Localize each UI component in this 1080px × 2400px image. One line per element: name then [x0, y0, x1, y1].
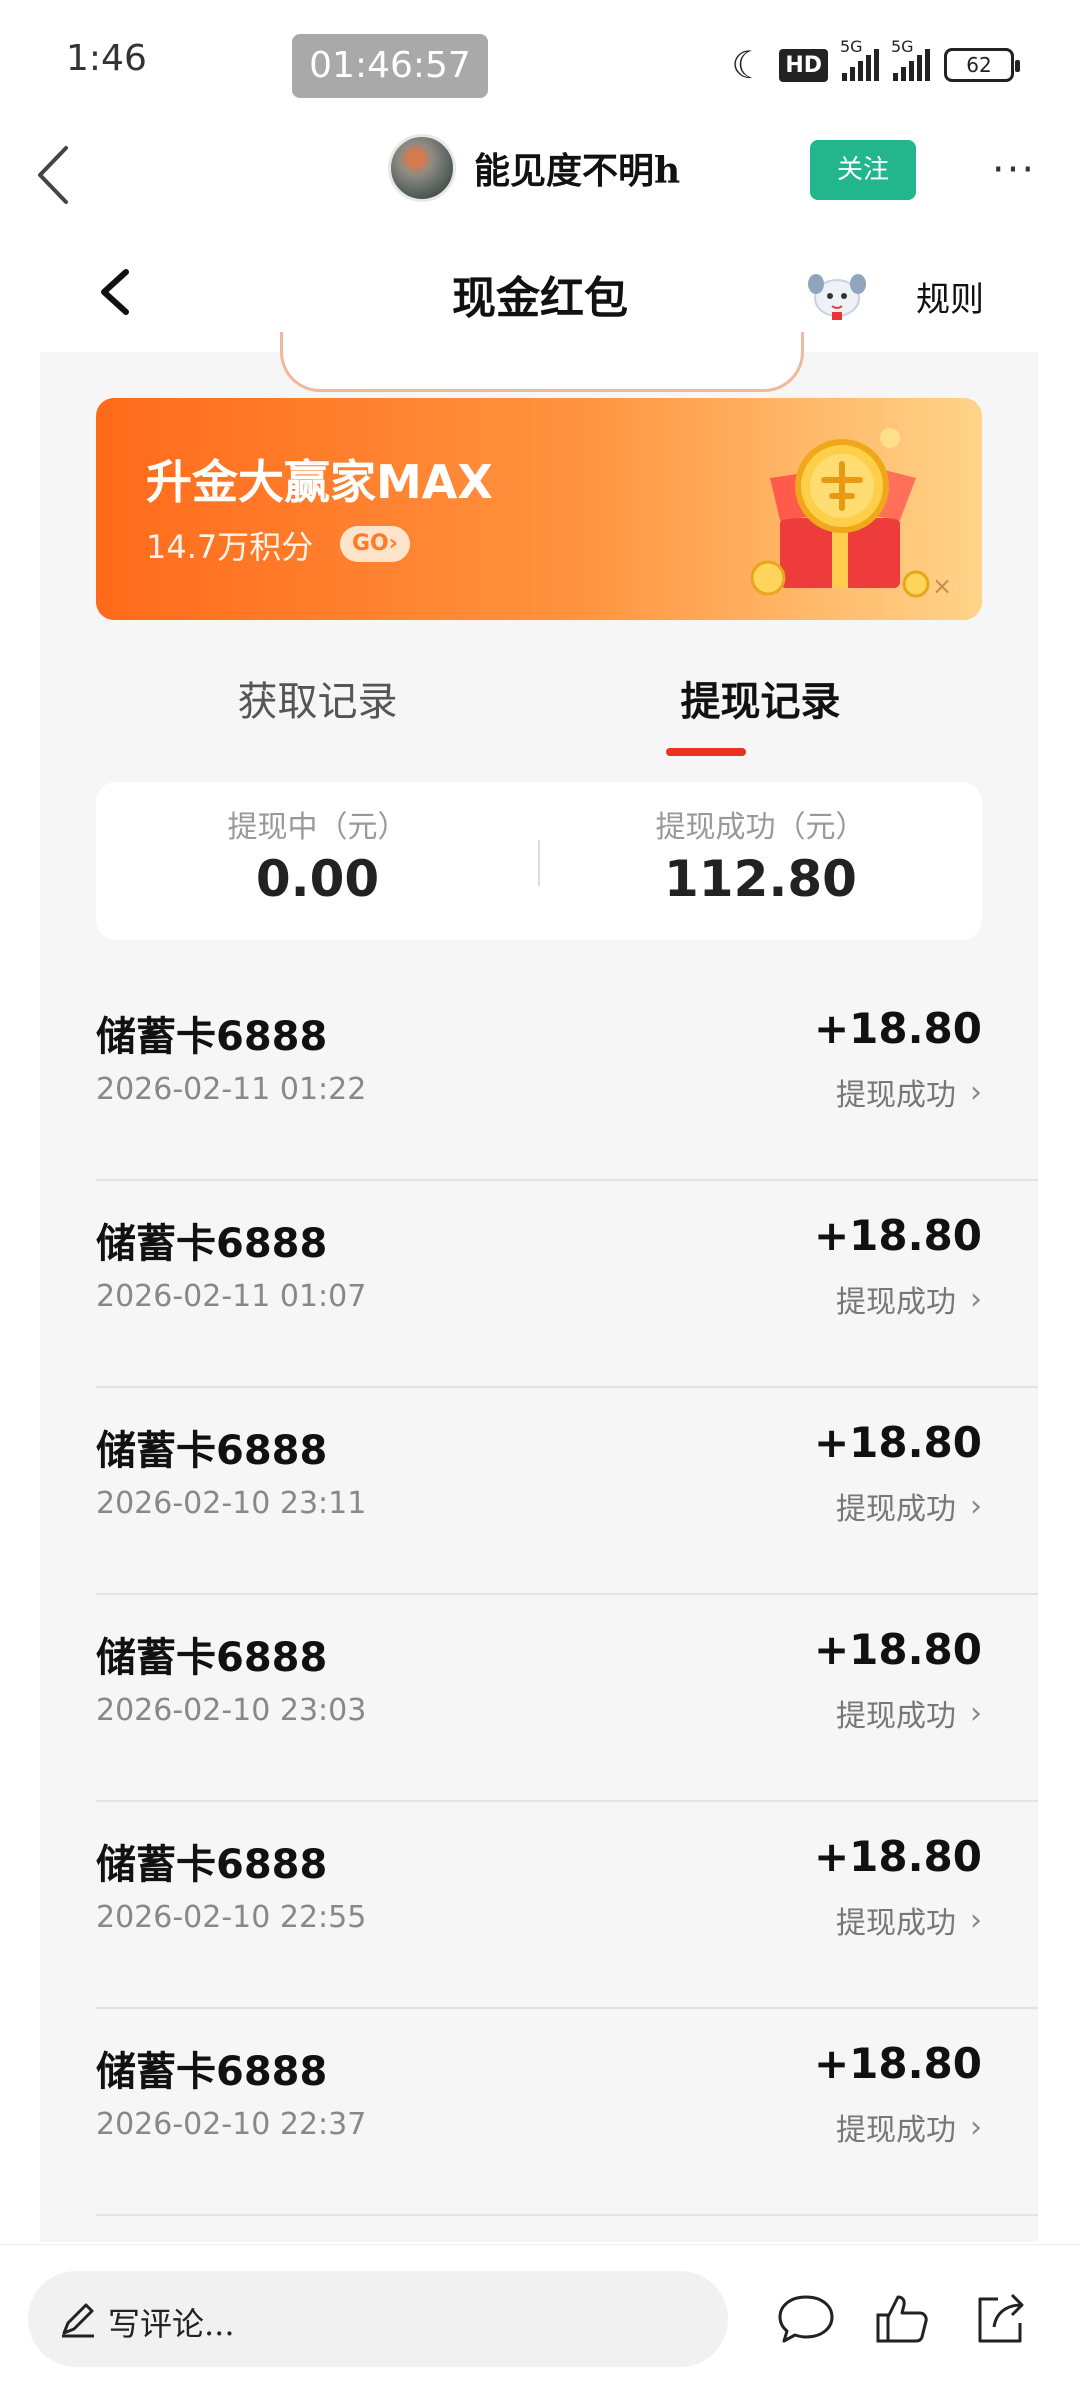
- comment-placeholder: 写评论...: [108, 2305, 235, 2343]
- comment-bar: 写评论...: [0, 2244, 1080, 2400]
- chevron-right-icon: ›: [970, 1488, 982, 1524]
- record-status-text: 提现成功: [836, 1906, 956, 1941]
- record-status-text: 提现成功: [836, 1699, 956, 1734]
- record-time: 2026-02-10 23:03: [96, 1693, 367, 1728]
- record-amount: +18.80: [813, 1625, 982, 1674]
- list-item[interactable]: 储蓄卡6888 2026-02-11 01:07 +18.80 提现成功 ›: [96, 1181, 1038, 1388]
- record-amount: +18.80: [813, 1004, 982, 1053]
- more-icon[interactable]: ···: [984, 150, 1044, 190]
- list-item[interactable]: 储蓄卡6888 2026-02-11 01:22 +18.80 提现成功 ›: [96, 974, 1038, 1181]
- comment-icon[interactable]: [776, 2289, 836, 2349]
- status-time: 1:46: [66, 38, 147, 79]
- pending-column: 提现中（元） 0.00: [96, 802, 539, 908]
- record-tabs: 获取记录 提现记录: [96, 652, 982, 762]
- record-card: 储蓄卡6888: [96, 1635, 328, 1681]
- list-item[interactable]: 储蓄卡6888 2026-02-10 23:03 +18.80 提现成功 ›: [96, 1595, 1038, 1802]
- record-status: 提现成功 ›: [836, 1898, 982, 1942]
- gift-box-icon: [750, 428, 930, 598]
- list-item[interactable]: 储蓄卡6888 2026-02-10 22:55 +18.80 提现成功 ›: [96, 1802, 1038, 2009]
- record-status-text: 提现成功: [836, 1492, 956, 1527]
- success-amount: 112.80: [664, 850, 857, 908]
- record-amount: +18.80: [813, 1418, 982, 1467]
- decorative-arc: [280, 332, 804, 392]
- record-amount: +18.80: [813, 1211, 982, 1260]
- withdraw-summary: 提现中（元） 0.00 提现成功（元） 112.80: [96, 782, 982, 940]
- record-amount: +18.80: [813, 2039, 982, 2088]
- tab-indicator: [666, 748, 746, 756]
- pending-label: 提现中（元）: [227, 810, 408, 845]
- like-icon[interactable]: [872, 2289, 932, 2349]
- record-time: 2026-02-10 23:11: [96, 1486, 367, 1521]
- post-header: 能见度不明h 关注 ···: [0, 120, 1080, 230]
- record-time: 2026-02-10 22:37: [96, 2107, 367, 2142]
- pending-amount: 0.00: [255, 850, 380, 908]
- status-icons: ☾ HD 5G 5G 62: [731, 37, 1020, 90]
- promo-points: 14.7万积分: [146, 528, 314, 566]
- author-name[interactable]: 能见度不明h: [474, 142, 680, 194]
- record-status-text: 提现成功: [836, 2113, 956, 2148]
- screen-recording-timer: 01:46:57: [292, 34, 488, 98]
- record-time: 2026-02-10 22:55: [96, 1900, 367, 1935]
- pen-icon: [62, 2303, 94, 2338]
- list-item[interactable]: 储蓄卡6888 2026-02-10 22:37 +18.80 提现成功 ›: [96, 2009, 1038, 2216]
- status-bar: 1:46 01:46:57 ☾ HD 5G 5G 62: [0, 0, 1080, 120]
- screenshot-panel: 现金红包 规则 升金大赢家MAX 14.7万积分 GO› × 获取记录 提现记录…: [40, 232, 1038, 2242]
- close-icon[interactable]: ×: [932, 572, 952, 600]
- record-status: 提现成功 ›: [836, 1070, 982, 1114]
- rules-link[interactable]: 规则: [916, 272, 984, 321]
- record-amount: +18.80: [813, 1832, 982, 1881]
- chevron-right-icon: ›: [970, 1902, 982, 1938]
- record-status: 提现成功 ›: [836, 1484, 982, 1528]
- network-label: 5G: [840, 37, 863, 56]
- follow-button[interactable]: 关注: [810, 140, 916, 200]
- record-time: 2026-02-11 01:22: [96, 1072, 367, 1107]
- list-item[interactable]: 储蓄卡6888 2026-02-10 23:11 +18.80 提现成功 ›: [96, 1388, 1038, 1595]
- chevron-right-icon: ›: [970, 2109, 982, 2145]
- signal-icon: 5G: [840, 37, 879, 81]
- record-status: 提现成功 ›: [836, 2105, 982, 2149]
- record-status-text: 提现成功: [836, 1078, 956, 1113]
- mascot-icon[interactable]: [806, 268, 868, 324]
- signal-icon: 5G: [891, 37, 930, 81]
- moon-icon: ☾: [731, 43, 766, 87]
- go-button[interactable]: GO›: [340, 526, 410, 562]
- success-column: 提现成功（元） 112.80: [539, 802, 982, 908]
- record-status: 提现成功 ›: [836, 1277, 982, 1321]
- success-label: 提现成功（元）: [655, 810, 866, 845]
- chevron-right-icon: ›: [970, 1695, 982, 1731]
- record-status: 提现成功 ›: [836, 1691, 982, 1735]
- record-card: 储蓄卡6888: [96, 1014, 328, 1060]
- record-card: 储蓄卡6888: [96, 2049, 328, 2095]
- comment-input[interactable]: 写评论...: [28, 2271, 728, 2367]
- promo-banner[interactable]: 升金大赢家MAX 14.7万积分 GO› ×: [96, 398, 982, 620]
- chevron-right-icon: ›: [970, 1074, 982, 1110]
- chevron-right-icon: ›: [970, 1281, 982, 1317]
- network-label: 5G: [891, 37, 914, 56]
- battery-icon: 62: [944, 48, 1020, 82]
- back-icon[interactable]: [26, 140, 86, 210]
- tab-earn-records[interactable]: 获取记录: [96, 652, 539, 762]
- record-status-text: 提现成功: [836, 1285, 956, 1320]
- record-card: 储蓄卡6888: [96, 1428, 328, 1474]
- hd-icon: HD: [779, 48, 828, 82]
- share-icon[interactable]: [970, 2289, 1030, 2349]
- record-time: 2026-02-11 01:07: [96, 1279, 367, 1314]
- tab-withdraw-records[interactable]: 提现记录: [539, 652, 982, 762]
- withdraw-record-list: 储蓄卡6888 2026-02-11 01:22 +18.80 提现成功 › 储蓄…: [40, 974, 1038, 2216]
- record-card: 储蓄卡6888: [96, 1221, 328, 1267]
- record-card: 储蓄卡6888: [96, 1842, 328, 1888]
- page-title: 现金红包: [452, 273, 628, 324]
- promo-title: 升金大赢家MAX: [146, 455, 493, 509]
- avatar[interactable]: [388, 134, 456, 202]
